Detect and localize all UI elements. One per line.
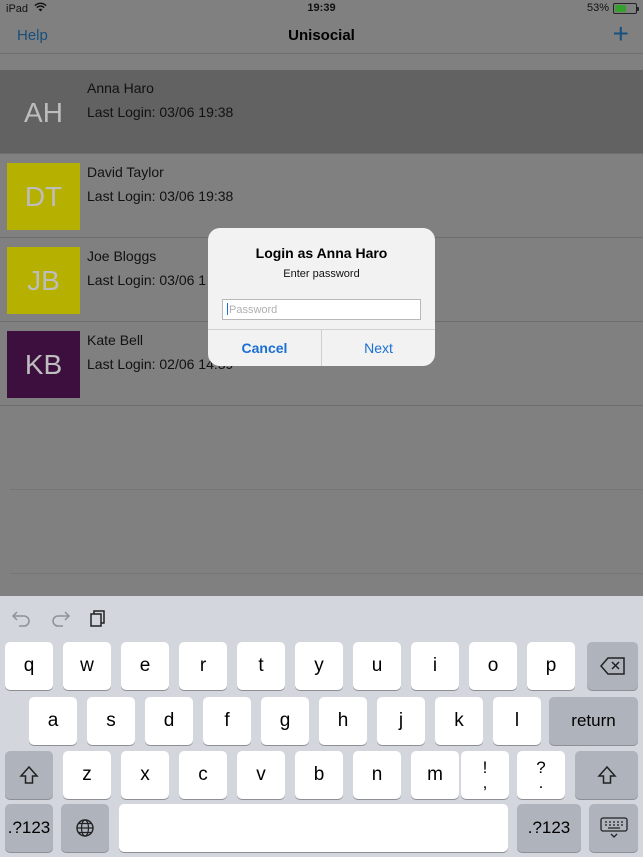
avatar: AH — [7, 79, 80, 146]
shift-key-right[interactable] — [575, 751, 638, 799]
delete-key[interactable] — [587, 642, 638, 690]
paste-icon[interactable] — [88, 608, 112, 630]
last-login: Last Login: 03/06 1 — [87, 272, 207, 288]
key-v[interactable]: v — [237, 751, 285, 799]
status-right: 53% — [586, 2, 639, 14]
key-question-period[interactable]: ? . — [517, 751, 565, 799]
shift-key-left[interactable] — [5, 751, 53, 799]
add-button[interactable]: + — [613, 19, 629, 49]
key-j[interactable]: j — [377, 697, 425, 745]
key-y[interactable]: y — [295, 642, 343, 690]
key-b[interactable]: b — [295, 751, 343, 799]
empty-row — [10, 490, 643, 574]
space-bar[interactable] — [119, 804, 508, 852]
alert-message: Enter password — [283, 268, 360, 280]
key-z[interactable]: z — [63, 751, 111, 799]
key-a[interactable]: a — [29, 697, 77, 745]
key-l[interactable]: l — [493, 697, 541, 745]
shift-icon — [19, 765, 39, 784]
key-p[interactable]: p — [527, 642, 575, 690]
cancel-button[interactable]: Cancel — [208, 330, 321, 366]
key-r[interactable]: r — [179, 642, 227, 690]
key-h[interactable]: h — [319, 697, 367, 745]
redo-icon[interactable] — [50, 608, 74, 630]
key-k[interactable]: k — [435, 697, 483, 745]
key-g[interactable]: g — [261, 697, 309, 745]
key-bottom-char: . — [538, 773, 544, 792]
key-bottom-char: , — [482, 773, 488, 792]
dismiss-keyboard-key[interactable] — [589, 804, 638, 852]
user-name: Anna Haro — [87, 80, 154, 96]
user-name: Kate Bell — [87, 332, 144, 348]
key-m[interactable]: m — [411, 751, 459, 799]
key-c[interactable]: c — [179, 751, 227, 799]
undo-icon[interactable] — [10, 608, 34, 630]
text-caret — [227, 303, 228, 315]
alert-buttons: Cancel Next — [208, 329, 435, 366]
avatar: JB — [7, 247, 80, 314]
key-f[interactable]: f — [203, 697, 251, 745]
keyboard-toolbar — [0, 596, 643, 640]
battery-fill — [615, 4, 626, 12]
avatar: KB — [7, 331, 80, 398]
numbers-key-right[interactable]: .?123 — [517, 804, 581, 852]
key-q[interactable]: q — [5, 642, 53, 690]
login-alert: Login as Anna Haro Enter password Passwo… — [208, 228, 435, 366]
globe-key[interactable] — [61, 804, 109, 852]
avatar: DT — [7, 163, 80, 230]
key-n[interactable]: n — [353, 751, 401, 799]
page-title: Unisocial — [288, 27, 355, 44]
key-e[interactable]: e — [121, 642, 169, 690]
password-placeholder: Password — [229, 304, 278, 316]
battery-percent: 53% — [586, 2, 609, 14]
keyboard: q w e r t y u i o p a s d f g h j k l re… — [0, 596, 643, 857]
user-row-anna-haro[interactable]: AH Anna Haro Last Login: 03/06 19:38 — [0, 70, 643, 154]
key-o[interactable]: o — [469, 642, 517, 690]
key-exclamation-comma[interactable]: ! , — [461, 751, 509, 799]
status-bar: iPad 19:39 53% — [0, 0, 643, 18]
status-time: 19:39 — [307, 2, 336, 14]
alert-title: Login as Anna Haro — [255, 245, 388, 261]
key-s[interactable]: s — [87, 697, 135, 745]
user-row-david-taylor[interactable]: DT David Taylor Last Login: 03/06 19:38 — [0, 154, 643, 238]
numbers-key-left[interactable]: .?123 — [5, 804, 53, 852]
user-name: Joe Bloggs — [87, 248, 157, 264]
last-login: Last Login: 03/06 19:38 — [87, 104, 234, 120]
key-w[interactable]: w — [63, 642, 111, 690]
key-i[interactable]: i — [411, 642, 459, 690]
key-d[interactable]: d — [145, 697, 193, 745]
key-t[interactable]: t — [237, 642, 285, 690]
empty-row — [10, 406, 643, 490]
keyboard-dismiss-icon — [599, 817, 628, 838]
user-name: David Taylor — [87, 164, 164, 180]
key-u[interactable]: u — [353, 642, 401, 690]
nav-bar: Help Unisocial + — [0, 18, 643, 54]
delete-icon — [599, 657, 625, 675]
last-login: Last Login: 03/06 19:38 — [87, 188, 234, 204]
globe-icon — [76, 819, 94, 837]
return-key[interactable]: return — [549, 697, 638, 745]
next-button[interactable]: Next — [321, 330, 435, 366]
password-field[interactable]: Password — [222, 299, 421, 320]
shift-icon — [596, 765, 617, 784]
key-x[interactable]: x — [121, 751, 169, 799]
battery-icon — [613, 2, 639, 14]
